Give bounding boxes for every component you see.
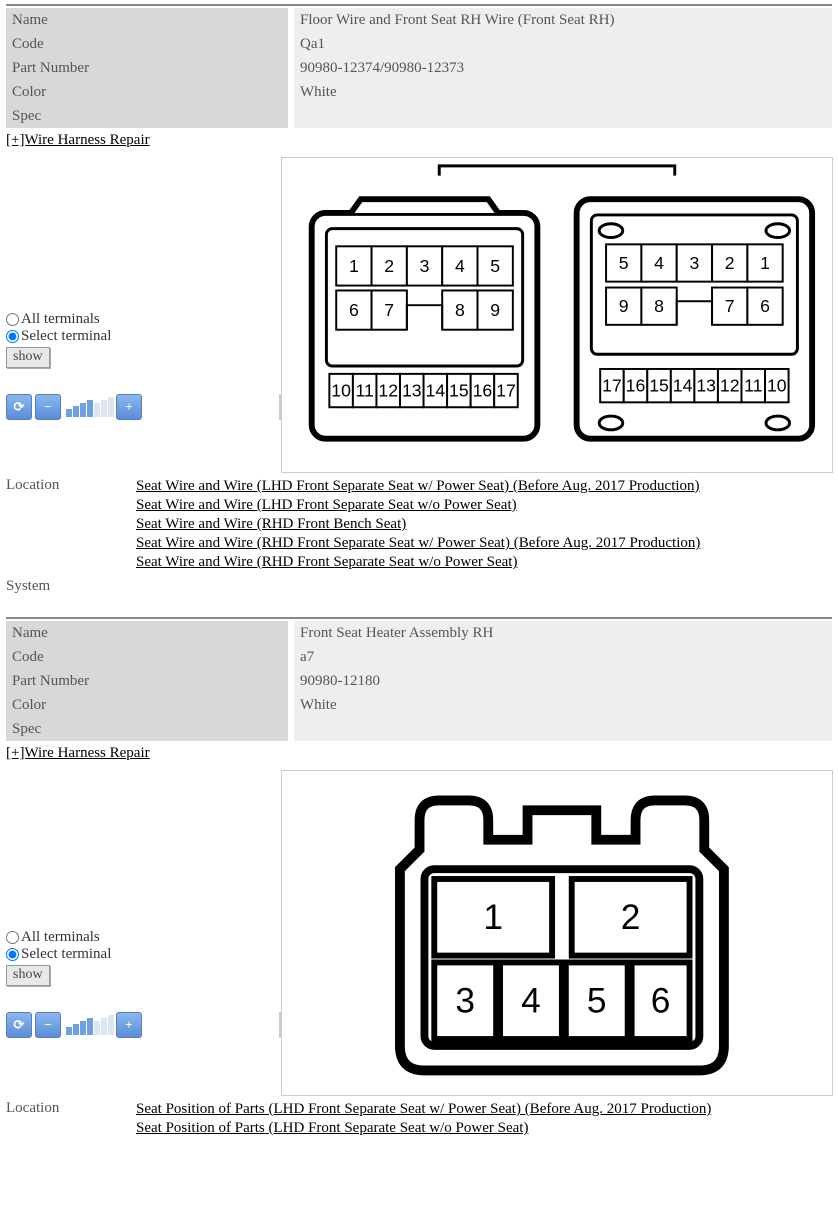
spec-label: Spec (6, 104, 291, 128)
svg-text:16: 16 (473, 380, 493, 400)
svg-text:6: 6 (651, 982, 671, 1021)
color-label: Color (6, 80, 291, 104)
svg-text:8: 8 (455, 300, 465, 320)
svg-text:2: 2 (725, 253, 735, 273)
code-label: Code (6, 32, 291, 56)
code-label: Code (6, 645, 291, 669)
svg-text:5: 5 (490, 256, 500, 276)
location-link[interactable]: Seat Wire and Wire (RHD Front Separate S… (136, 534, 700, 553)
code-value: Qa1 (291, 32, 832, 56)
svg-text:12: 12 (720, 376, 740, 396)
svg-text:4: 4 (654, 253, 664, 273)
svg-text:9: 9 (619, 296, 629, 316)
name-value: Floor Wire and Front Seat RH Wire (Front… (291, 8, 832, 32)
svg-text:13: 13 (402, 380, 422, 400)
location-label: Location (6, 477, 136, 572)
svg-text:3: 3 (689, 253, 699, 273)
spec-value (291, 717, 832, 741)
spec-value (291, 104, 832, 128)
svg-text:8: 8 (654, 296, 664, 316)
svg-text:16: 16 (626, 376, 646, 396)
all-terminals-option[interactable]: All terminals (6, 311, 281, 328)
svg-text:2: 2 (621, 898, 641, 937)
zoom-in-icon[interactable]: + (116, 394, 142, 420)
spec-label: Spec (6, 717, 291, 741)
location-link[interactable]: Seat Wire and Wire (LHD Front Separate S… (136, 496, 700, 515)
svg-text:6: 6 (349, 300, 359, 320)
connector-diagram: 12345 6789 1011121314151617 54321 9876 1… (281, 157, 833, 473)
name-value: Front Seat Heater Assembly RH (291, 621, 832, 645)
info-table: NameFloor Wire and Front Seat RH Wire (F… (6, 8, 832, 128)
svg-text:11: 11 (356, 380, 374, 400)
pn-label: Part Number (6, 56, 291, 80)
location-link[interactable]: Seat Wire and Wire (RHD Front Separate S… (136, 553, 700, 572)
code-value: a7 (291, 645, 832, 669)
svg-text:12: 12 (378, 380, 398, 400)
color-label: Color (6, 693, 291, 717)
zoom-level-indicator (66, 1015, 114, 1035)
svg-text:1: 1 (349, 256, 359, 276)
zoom-level-indicator (66, 397, 114, 417)
svg-text:9: 9 (490, 300, 500, 320)
zoom-out-icon[interactable]: − (35, 1012, 61, 1038)
svg-text:2: 2 (384, 256, 394, 276)
svg-text:14: 14 (673, 376, 693, 396)
svg-text:7: 7 (725, 296, 735, 316)
info-table: NameFront Seat Heater Assembly RH Codea7… (6, 621, 832, 741)
location-link[interactable]: Seat Wire and Wire (RHD Front Bench Seat… (136, 515, 700, 534)
svg-text:4: 4 (521, 982, 541, 1021)
svg-text:10: 10 (331, 380, 351, 400)
svg-text:4: 4 (455, 256, 465, 276)
color-value: White (291, 693, 832, 717)
pn-value: 90980-12374/90980-12373 (291, 56, 832, 80)
zoom-in-icon[interactable]: + (116, 1012, 142, 1038)
refresh-icon[interactable]: ⟳ (6, 394, 32, 420)
location-link[interactable]: Seat Position of Parts (LHD Front Separa… (136, 1119, 711, 1138)
zoom-out-icon[interactable]: − (35, 394, 61, 420)
svg-text:7: 7 (384, 300, 394, 320)
refresh-icon[interactable]: ⟳ (6, 1012, 32, 1038)
svg-text:1: 1 (483, 898, 503, 937)
select-terminal-option[interactable]: Select terminal (6, 328, 281, 345)
pn-label: Part Number (6, 669, 291, 693)
name-label: Name (6, 8, 291, 32)
location-link[interactable]: Seat Position of Parts (LHD Front Separa… (136, 1100, 711, 1119)
select-terminal-option[interactable]: Select terminal (6, 946, 281, 963)
svg-text:11: 11 (744, 376, 762, 396)
svg-text:10: 10 (767, 376, 787, 396)
svg-text:3: 3 (455, 982, 475, 1021)
system-label: System (6, 578, 832, 595)
wire-harness-repair-link[interactable]: [+]Wire Harness Repair (6, 745, 150, 762)
svg-text:14: 14 (426, 380, 446, 400)
show-button[interactable]: show (6, 965, 50, 986)
svg-text:17: 17 (496, 380, 516, 400)
color-value: White (291, 80, 832, 104)
wire-harness-repair-link[interactable]: [+]Wire Harness Repair (6, 132, 150, 149)
svg-text:1: 1 (760, 253, 770, 273)
svg-text:6: 6 (760, 296, 770, 316)
location-label: Location (6, 1100, 136, 1138)
show-button[interactable]: show (6, 347, 50, 368)
name-label: Name (6, 621, 291, 645)
connector-diagram: 1 2 3 4 5 6 (281, 770, 833, 1096)
svg-text:5: 5 (587, 982, 607, 1021)
all-terminals-option[interactable]: All terminals (6, 929, 281, 946)
svg-text:5: 5 (619, 253, 629, 273)
svg-text:13: 13 (696, 376, 716, 396)
svg-text:15: 15 (649, 376, 669, 396)
svg-text:3: 3 (420, 256, 430, 276)
svg-text:15: 15 (449, 380, 469, 400)
location-link[interactable]: Seat Wire and Wire (LHD Front Separate S… (136, 477, 700, 496)
svg-text:17: 17 (602, 376, 622, 396)
pn-value: 90980-12180 (291, 669, 832, 693)
